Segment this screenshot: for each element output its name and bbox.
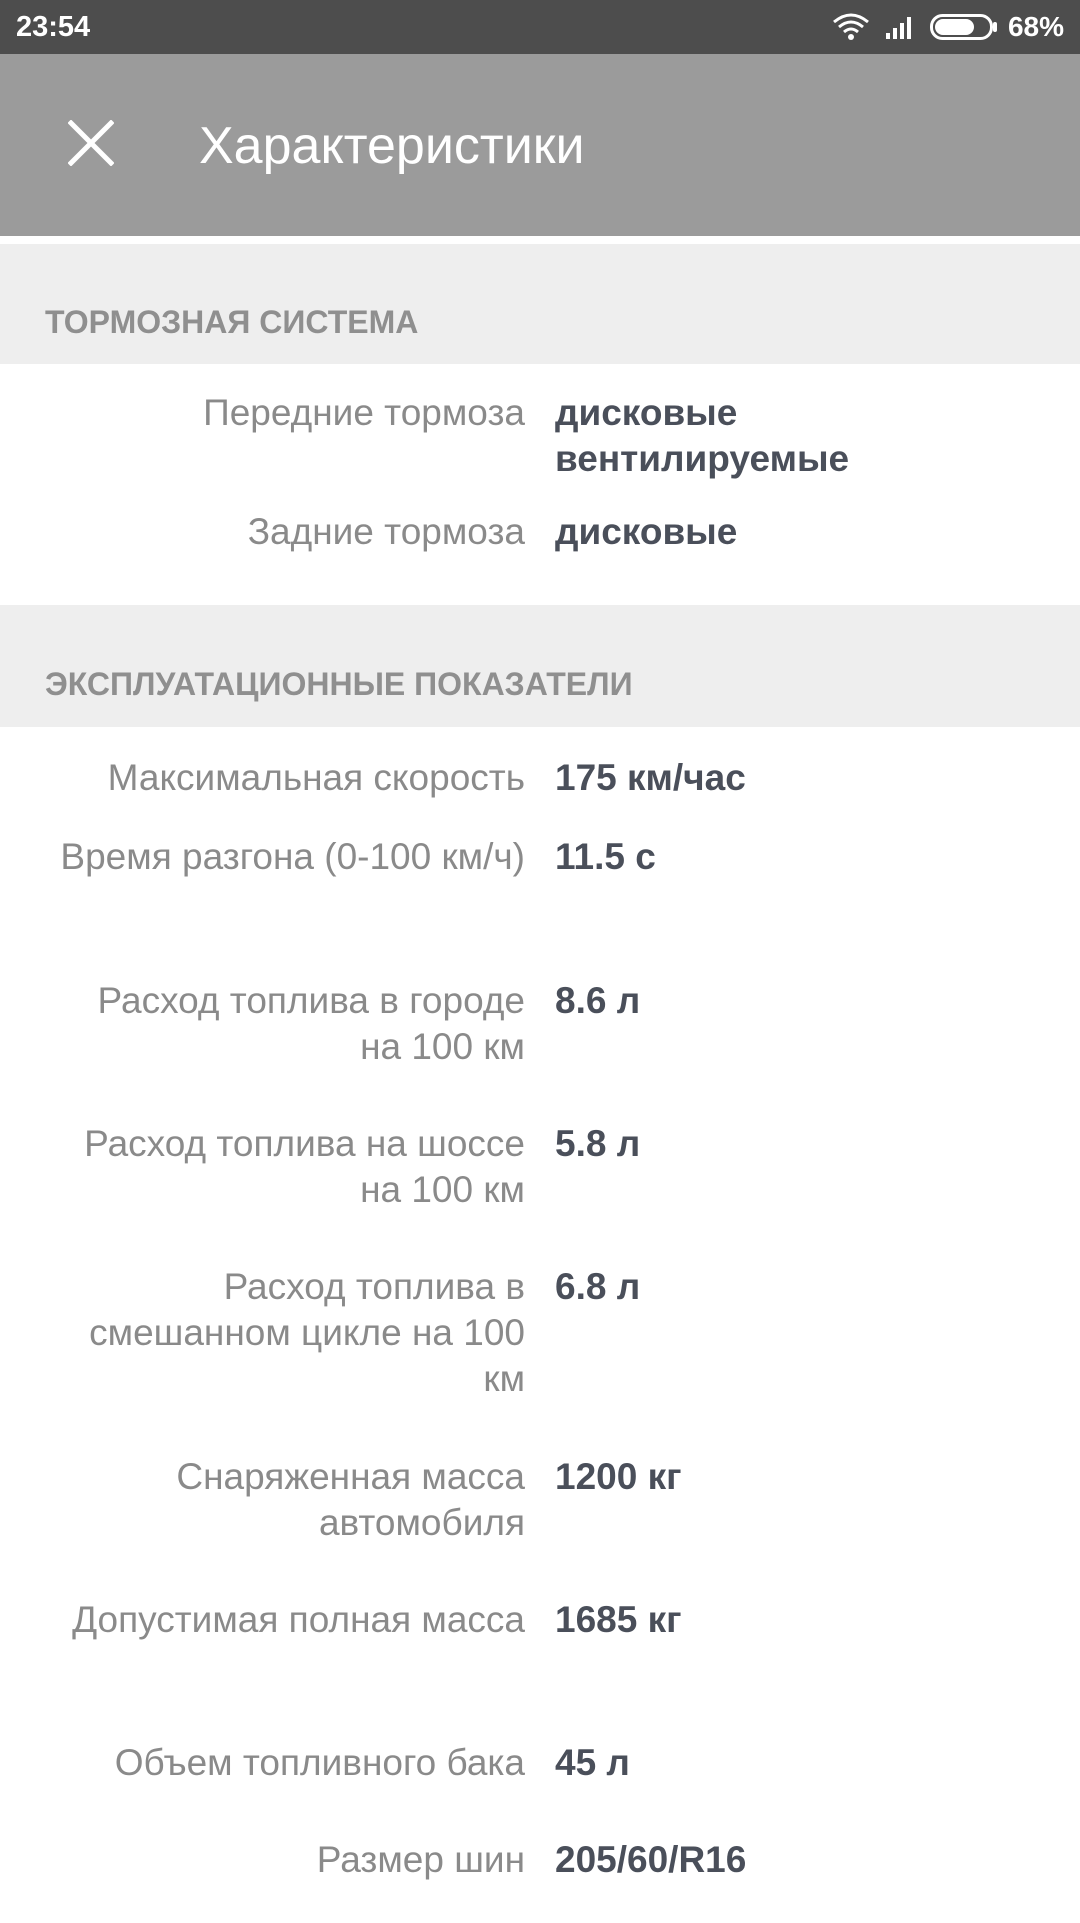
list-item: Снаряженная масса автомобиля 1200 кг [0,1443,1080,1586]
list-item: Объем топливного бака 45 л [0,1729,1080,1826]
spec-value: 1685 кг [555,1599,682,1640]
status-time: 23:54 [16,11,91,43]
list-item: Размер шин 205/60/R16 [0,1826,1080,1923]
page-title: Характеристики [199,117,585,175]
close-icon [67,118,115,171]
spec-label: Объем топливного бака [114,1742,525,1783]
list-item: Время разгона (0-100 км/ч) 11.5 с [0,824,1080,967]
spec-label: Передние тормоза [203,392,525,433]
spec-value: дисковые вентилируемые [555,392,850,479]
divider [0,236,1080,244]
list-item: Расход топлива в смешанном цикле на 100 … [0,1253,1080,1443]
spec-value: 11.5 с [555,836,656,877]
battery-percent: 68% [1007,11,1064,42]
spec-label: Снаряженная масса автомобиля [176,1456,525,1543]
spec-value: дисковые [555,511,738,552]
spec-value: 205/60/R16 [555,1839,747,1880]
specs-content: ТОРМОЗНАЯ СИСТЕМА Передние тормоза диско… [0,244,1080,1923]
section-header-brakes: ТОРМОЗНАЯ СИСТЕМА [0,244,1080,364]
spec-value: 8.6 л [555,980,641,1021]
spec-label: Расход топлива в городе на 100 км [97,980,525,1067]
spec-value: 6.8 л [555,1266,641,1307]
spec-label: Расход топлива в смешанном цикле на 100 … [89,1266,525,1399]
status-icons: 68% [832,10,1064,44]
spec-label: Расход топлива на шоссе на 100 км [84,1123,525,1210]
spec-label: Задние тормоза [247,511,525,552]
app-bar: Характеристики [0,54,1080,236]
list-item: Передние тормоза дисковые вентилируемые [0,364,1080,507]
spec-label: Максимальная скорость [107,757,525,798]
wifi-icon [832,12,870,42]
spec-value: 1200 кг [555,1456,682,1497]
signal-icon [884,13,914,41]
spec-label: Время разгона (0-100 км/ч) [60,836,525,877]
status-bar: 23:54 68% [0,0,1080,54]
close-button[interactable] [50,104,132,186]
performance-list: Максимальная скорость 175 км/час Время р… [0,727,1080,1923]
list-item: Задние тормоза дисковые [0,507,1080,605]
spec-value: 45 л [555,1742,630,1783]
spec-label: Допустимая полная масса [72,1599,525,1640]
list-item: Расход топлива в городе на 100 км 8.6 л [0,967,1080,1110]
section-header-performance: ЭКСПЛУАТАЦИОННЫЕ ПОКАЗАТЕЛИ [0,605,1080,727]
list-item: Максимальная скорость 175 км/час [0,727,1080,824]
list-item: Допустимая полная масса 1685 кг [0,1586,1080,1729]
list-item: Расход топлива на шоссе на 100 км 5.8 л [0,1110,1080,1253]
spec-label: Размер шин [316,1839,525,1880]
brakes-list: Передние тормоза дисковые вентилируемые … [0,364,1080,605]
battery-icon [929,14,998,40]
spec-value: 175 км/час [555,757,746,798]
spec-value: 5.8 л [555,1123,641,1164]
